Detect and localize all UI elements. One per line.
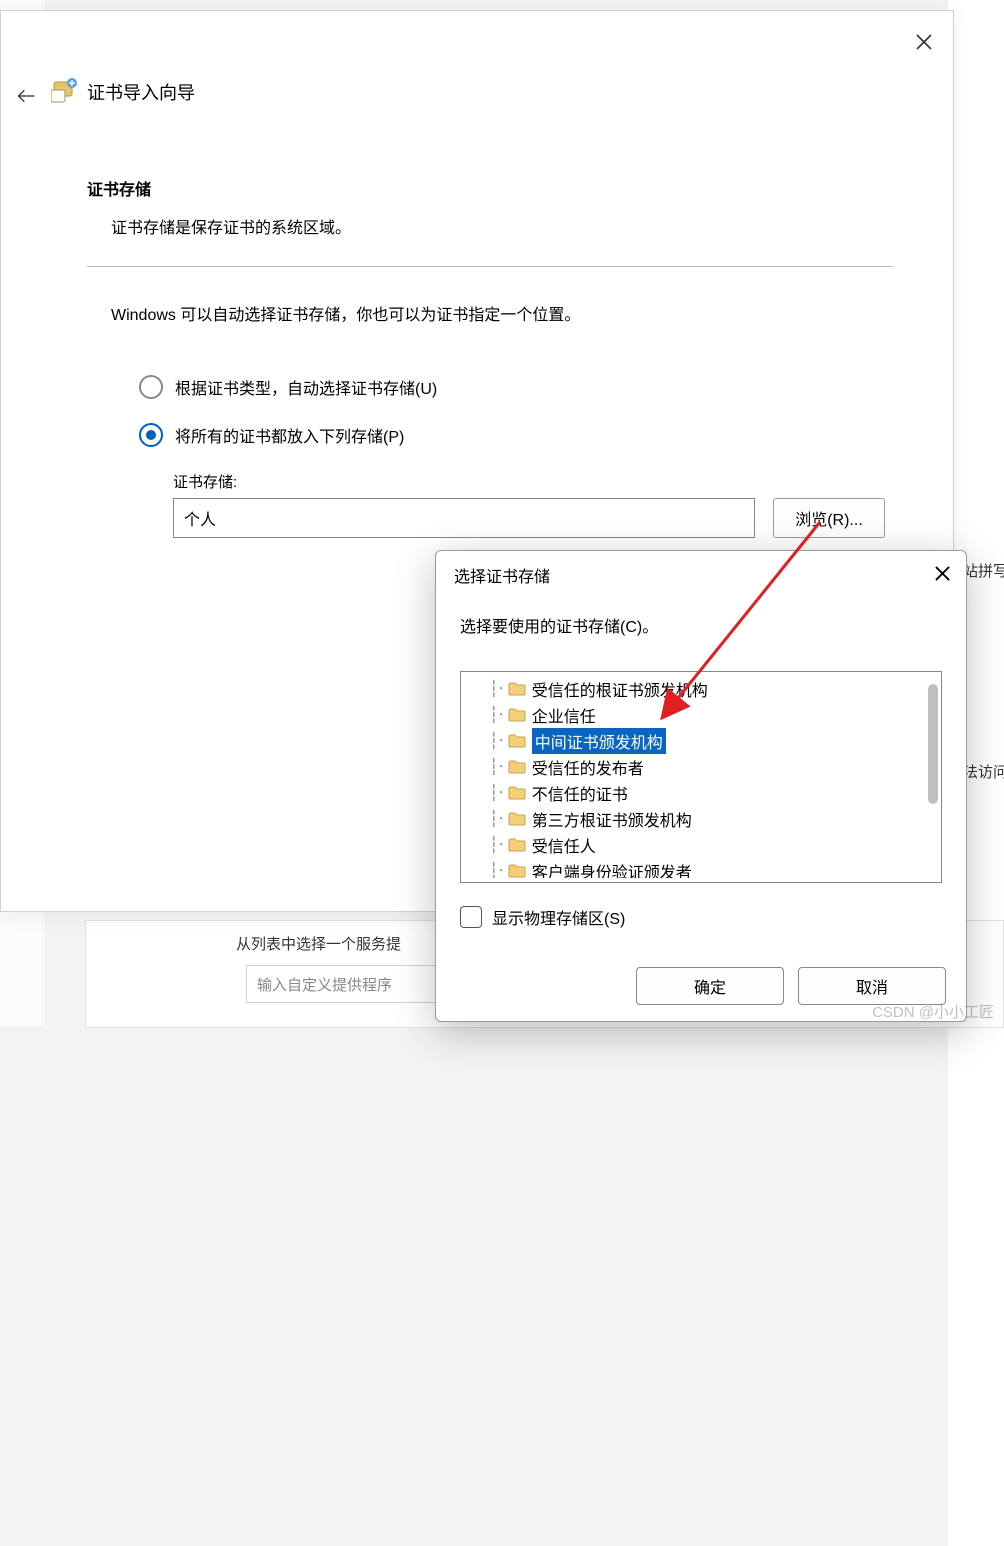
browse-button[interactable]: 浏览(R)...	[773, 498, 885, 538]
folder-icon	[508, 734, 526, 748]
ok-button[interactable]: 确定	[636, 967, 784, 1005]
tree-item[interactable]: ┆‧ 受信任的根证书颁发机构	[469, 676, 923, 702]
cert-store-tree: ┆‧受信任的根证书颁发机构┆‧企业信任┆‧中间证书颁发机构┆‧受信任的发布者┆‧…	[460, 671, 942, 883]
select-cert-store-dialog: 选择证书存储 选择要使用的证书存储(C)。 ┆‧ 受信任的根证书颁发机构 ┆‧ 企业信…	[435, 550, 967, 1022]
tree-item-label: 中间证书颁发机构	[532, 728, 666, 754]
tree-connector: ┆‧	[489, 835, 504, 855]
tree-item[interactable]: ┆‧ 受信任的发布者	[469, 754, 923, 780]
folder-icon	[508, 838, 526, 852]
section-divider	[87, 266, 893, 267]
tree-item[interactable]: ┆‧ 第三方根证书颁发机构	[469, 806, 923, 832]
tree-connector: ┆‧	[489, 861, 504, 878]
radio-manual-select[interactable]: 将所有的证书都放入下列存储(P)	[139, 423, 893, 447]
tree-connector: ┆‧	[489, 705, 504, 725]
show-physical-checkbox[interactable]: 显示物理存储区(S)	[460, 905, 625, 929]
radio-icon	[139, 375, 163, 399]
watermark: CSDN @小小工匠	[872, 1001, 994, 1022]
hint-text: Windows 可以自动选择证书存储，你也可以为证书指定一个位置。	[111, 301, 893, 325]
tree-connector: ┆‧	[489, 809, 504, 829]
tree-item-label: 受信任的根证书颁发机构	[532, 677, 708, 701]
radio-manual-label: 将所有的证书都放入下列存储(P)	[175, 423, 404, 447]
section-title: 证书存储	[87, 176, 893, 200]
tree-connector: ┆‧	[489, 783, 504, 803]
tree-item-label: 客户端身份验证颁发者	[532, 859, 692, 878]
tree-item-label: 受信任的发布者	[532, 755, 644, 779]
tree-item[interactable]: ┆‧ 客户端身份验证颁发者	[469, 858, 923, 878]
close-button[interactable]	[913, 31, 935, 53]
folder-icon	[508, 786, 526, 800]
tree-item[interactable]: ┆‧ 企业信任	[469, 702, 923, 728]
store-label: 证书存储:	[173, 471, 893, 492]
scrollbar-thumb[interactable]	[928, 684, 938, 804]
radio-auto-select[interactable]: 根据证书类型，自动选择证书存储(U)	[139, 375, 893, 399]
tree-connector: ┆‧	[489, 731, 504, 751]
back-button[interactable]	[11, 81, 41, 111]
close-icon	[935, 566, 950, 581]
tree-item[interactable]: ┆‧ 中间证书颁发机构	[469, 728, 923, 754]
folder-icon	[508, 682, 526, 696]
folder-icon	[508, 760, 526, 774]
tree-connector: ┆‧	[489, 757, 504, 777]
popup-instruction: 选择要使用的证书存储(C)。	[460, 613, 658, 637]
folder-icon	[508, 864, 526, 878]
checkbox-icon	[460, 906, 482, 928]
certificate-store-input[interactable]: 个人	[173, 498, 755, 538]
popup-close-button[interactable]	[932, 563, 952, 583]
tree-item-label: 受信任人	[532, 833, 596, 857]
wizard-content: 证书存储 证书存储是保存证书的系统区域。 Windows 可以自动选择证书存储，…	[87, 176, 893, 538]
tree-item-label: 第三方根证书颁发机构	[532, 807, 692, 831]
arrow-left-icon	[16, 86, 36, 106]
tree-item-label: 企业信任	[532, 703, 596, 727]
section-description: 证书存储是保存证书的系统区域。	[111, 214, 893, 238]
show-physical-label: 显示物理存储区(S)	[492, 905, 625, 929]
radio-auto-label: 根据证书类型，自动选择证书存储(U)	[175, 375, 437, 399]
tree-item[interactable]: ┆‧ 不信任的证书	[469, 780, 923, 806]
wizard-title: 证书导入向导	[87, 79, 195, 105]
popup-title: 选择证书存储	[454, 563, 550, 587]
bg-bottom-label: 从列表中选择一个服务提	[236, 933, 401, 954]
tree-connector: ┆‧	[489, 679, 504, 699]
cancel-button[interactable]: 取消	[798, 967, 946, 1005]
folder-icon	[508, 708, 526, 722]
close-icon	[916, 34, 932, 50]
folder-icon	[508, 812, 526, 826]
tree-item[interactable]: ┆‧ 受信任人	[469, 832, 923, 858]
radio-icon	[139, 423, 163, 447]
tree-item-label: 不信任的证书	[532, 781, 628, 805]
wizard-icon	[51, 76, 79, 104]
